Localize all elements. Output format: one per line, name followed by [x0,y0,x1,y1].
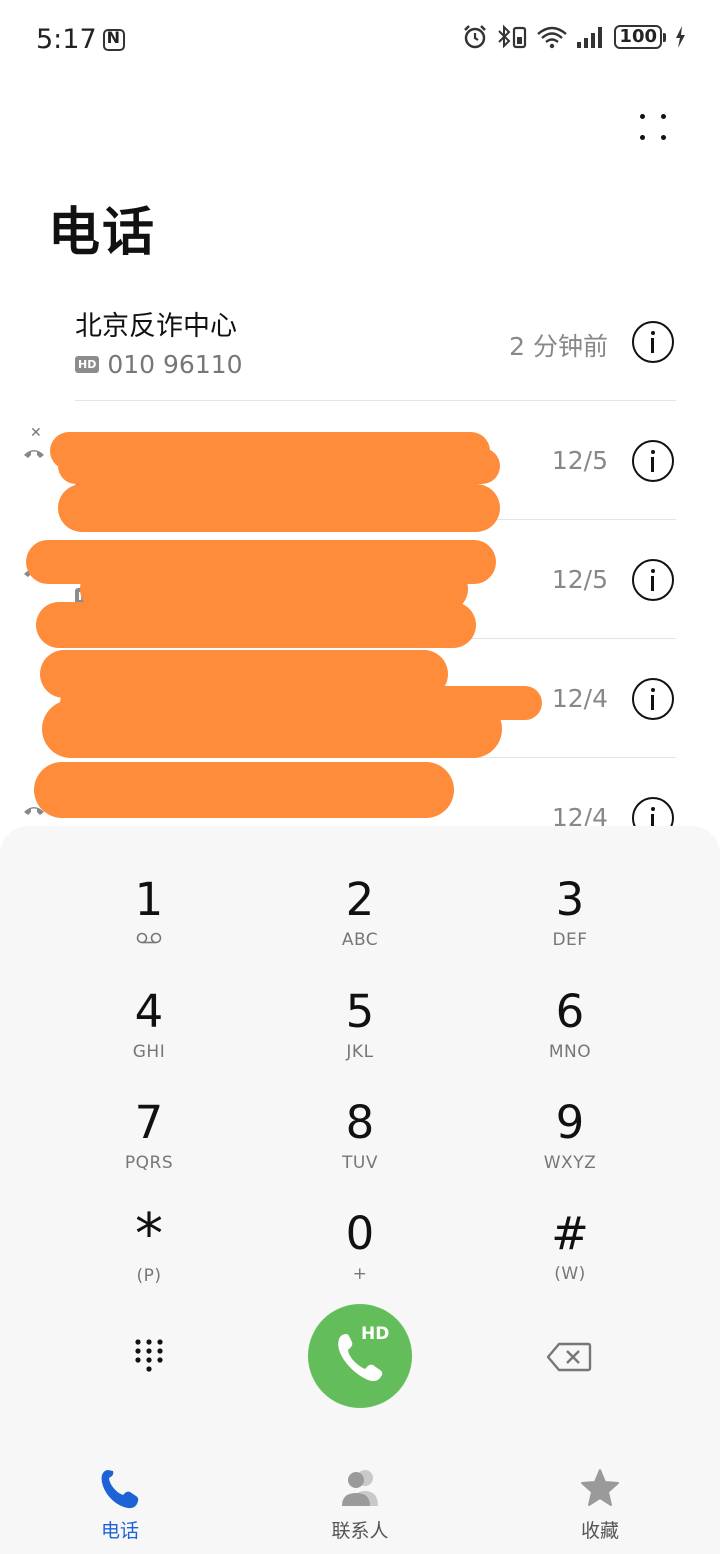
alarm-icon [464,25,487,49]
phone-icon [338,1334,383,1382]
charging-icon [676,26,685,48]
call-time: 2 分钟前 [509,332,608,361]
info-icon[interactable] [632,559,674,601]
status-time: 5:17 [36,24,125,55]
key-4[interactable]: 4 GHI [59,984,239,1084]
key-digit: 7 [134,1096,164,1149]
contacts-icon [342,1470,378,1506]
key-digit: 5 [345,985,375,1038]
key-letters: WXYZ [543,1153,597,1173]
status-icons: 100 [462,24,686,50]
dialpad-toggle-icon[interactable] [128,1334,170,1376]
key-letters: GHI [132,1042,166,1062]
bluetooth-battery-icon [498,24,527,49]
key-letters: DEF [552,930,588,950]
caller-details: HD 010 96110 [75,350,243,379]
key-digit: # [551,1207,589,1260]
star-icon [581,1469,619,1506]
phone-handset-icon [24,450,44,458]
call-time: 12/5 [551,565,608,594]
key-digit: 4 [134,985,164,1038]
key-letters: ABC [341,930,379,950]
page-title: 电话 [48,203,157,263]
voicemail-icon [136,932,162,944]
phone-icon [101,1470,139,1509]
key-letters: (W) [554,1264,586,1284]
key-hash[interactable]: # (W) [480,1206,660,1306]
key-letters: TUV [342,1153,378,1173]
key-digit: 6 [555,985,585,1038]
caller-number: 010 96110 [107,350,243,379]
key-digit: 1 [134,873,164,926]
call-time: 12/5 [551,446,608,475]
nav-item-phone[interactable]: 电话 [60,1466,180,1543]
key-0[interactable]: 0 + [270,1206,450,1306]
key-1[interactable]: 1 [59,872,239,972]
info-icon[interactable] [632,678,674,720]
key-7[interactable]: 7 PQRS [59,1095,239,1195]
key-8[interactable]: 8 TUV [270,1095,450,1195]
key-digit: * [135,1202,163,1267]
call-log-row[interactable]: 北京反诈中心 HD 010 96110 2 分钟前 [0,282,720,401]
more-options-icon[interactable] [628,104,678,148]
signal-icon [577,27,603,48]
key-letters: (P) [136,1266,162,1286]
key-digit: 0 [345,1207,375,1260]
nav-label: 电话 [100,1520,139,1542]
key-digit: 8 [345,1096,375,1149]
clock-text: 5:17 [36,24,97,55]
key-2[interactable]: 2 ABC [270,872,450,972]
key-letters: + [352,1264,368,1284]
status-bar: 5:17 100 [0,0,720,84]
info-icon[interactable] [632,440,674,482]
key-letters: JKL [346,1042,374,1062]
key-9[interactable]: 9 WXYZ [480,1095,660,1195]
call-button[interactable]: HD [308,1304,412,1408]
wifi-icon [537,26,568,49]
key-digit: 9 [555,1096,585,1149]
call-time: 12/4 [551,684,608,713]
battery-level: 100 [614,25,662,49]
call-hd-badge: HD [361,1324,390,1344]
key-letters: MNO [548,1042,592,1062]
key-3[interactable]: 3 DEF [480,872,660,972]
info-icon[interactable] [632,321,674,363]
hd-badge: HD [75,356,100,373]
nav-label: 联系人 [331,1520,389,1542]
key-digit: 2 [345,873,375,926]
backspace-icon[interactable] [546,1342,592,1372]
bottom-nav: 电话 联系人 收藏 [0,1450,720,1554]
key-digit: 3 [555,873,585,926]
caller-name: 北京反诈中心 [75,311,237,342]
nav-label: 收藏 [580,1520,619,1542]
key-star[interactable]: * (P) [59,1206,239,1306]
key-letters: PQRS [124,1153,174,1173]
key-6[interactable]: 6 MNO [480,984,660,1084]
dialpad: 1 2 ABC 3 DEF 4 GHI 5 JKL 6 MNO 7 PQRS 8… [0,826,720,1450]
battery-icon: 100 [614,25,666,49]
nav-item-favorites[interactable]: 收藏 [540,1466,660,1543]
key-5[interactable]: 5 JKL [270,984,450,1084]
nav-item-contacts[interactable]: 联系人 [300,1466,420,1543]
nfc-icon [102,28,125,51]
